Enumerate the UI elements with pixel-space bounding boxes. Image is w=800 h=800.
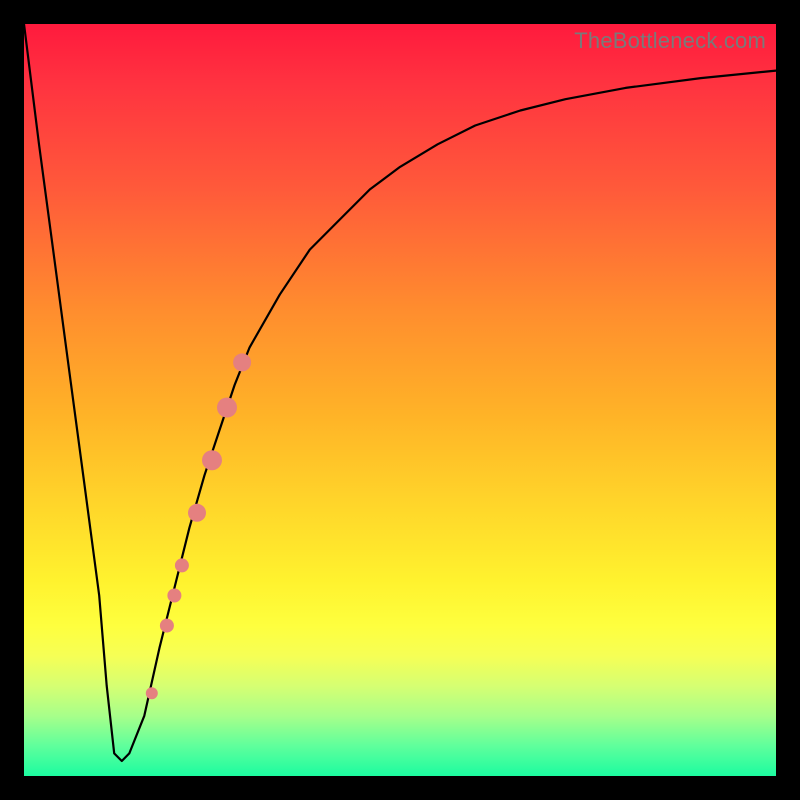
highlight-dot bbox=[175, 558, 189, 572]
highlight-dot bbox=[146, 687, 158, 699]
highlight-dot bbox=[217, 398, 237, 418]
plot-area: TheBottleneck.com bbox=[24, 24, 776, 776]
highlight-dot bbox=[202, 450, 222, 470]
highlight-dot bbox=[160, 619, 174, 633]
highlight-dot bbox=[188, 504, 206, 522]
highlight-dot bbox=[167, 589, 181, 603]
curve-layer bbox=[24, 24, 776, 776]
highlight-dot bbox=[233, 353, 251, 371]
chart-frame: TheBottleneck.com bbox=[0, 0, 800, 800]
highlight-band bbox=[146, 353, 251, 699]
bottleneck-curve bbox=[24, 24, 776, 761]
